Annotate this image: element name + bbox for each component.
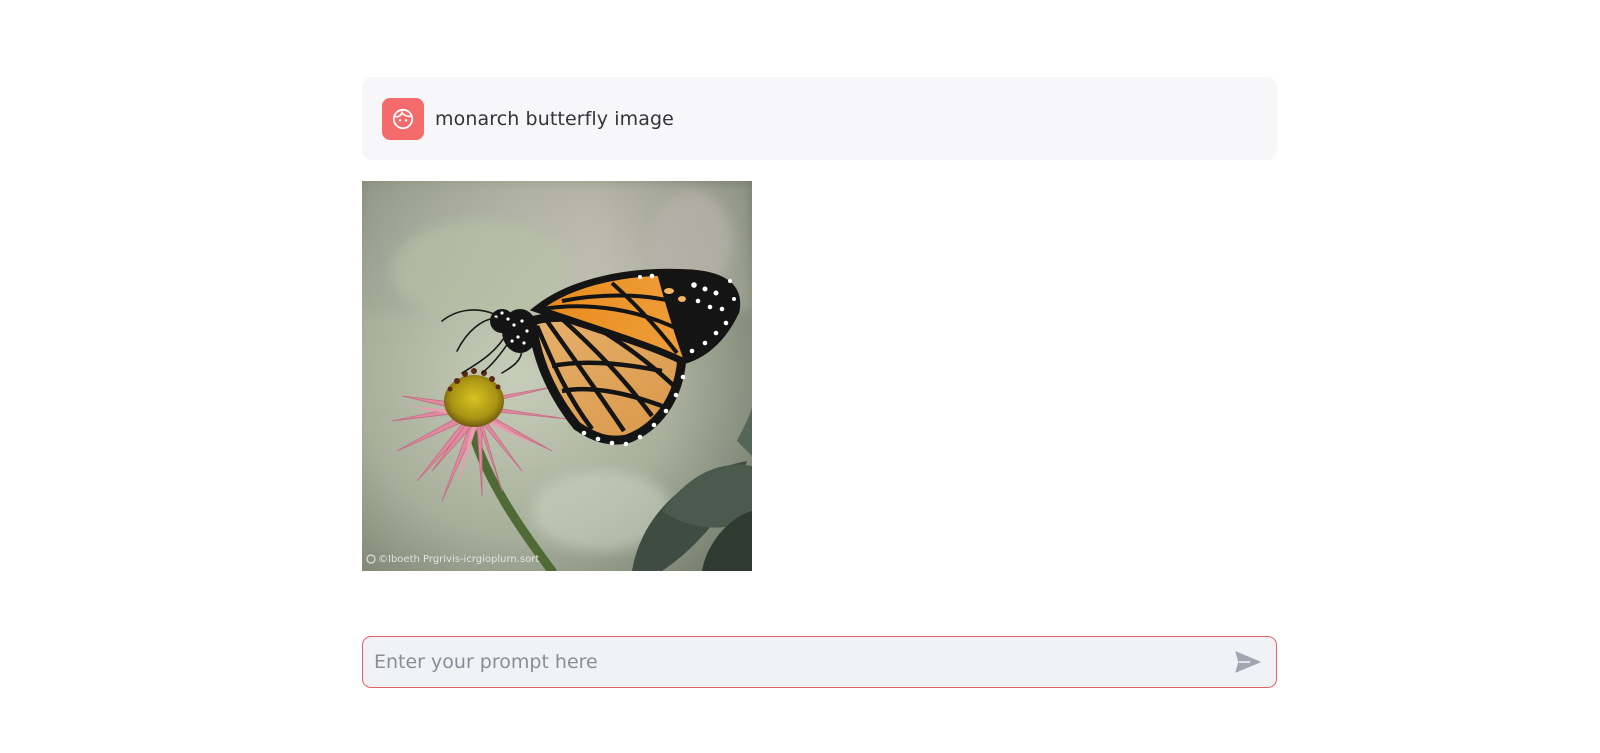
chat-page: monarch butterfly image ©Iboeth Prgrivis… [0, 0, 1600, 753]
image-watermark: ©Iboeth Prgrivis-icrgioplurn.sort [378, 554, 539, 565]
prompt-input[interactable] [363, 637, 1226, 687]
generated-butterfly-image: ©Iboeth Prgrivis-icrgioplurn.sort [362, 181, 752, 571]
user-avatar [382, 97, 424, 140]
chat-history: monarch butterfly image ©Iboeth Prgrivis… [362, 77, 1277, 571]
user-message: monarch butterfly image [362, 77, 1277, 160]
smiley-face-icon [392, 108, 414, 129]
send-button[interactable] [1226, 640, 1270, 684]
prompt-input-bar [362, 636, 1277, 688]
send-arrow-icon [1235, 651, 1261, 673]
user-message-text: monarch butterfly image [435, 107, 674, 130]
